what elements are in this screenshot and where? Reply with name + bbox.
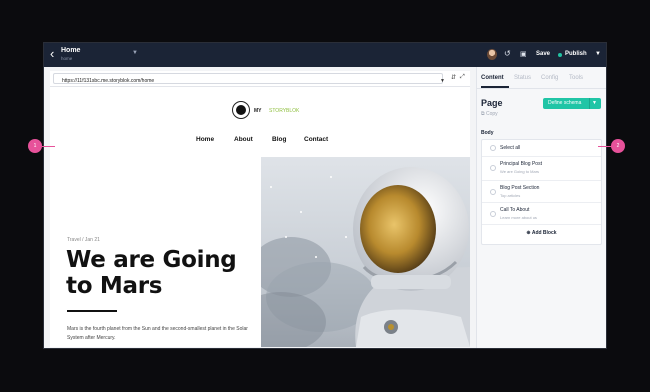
top-bar: ‹ Home home ▼ ↺ ▣ Save Publish ▼ [44, 43, 606, 67]
nav-blog[interactable]: Blog [272, 136, 286, 143]
avatar[interactable] [487, 49, 497, 60]
marker-line-2 [598, 146, 612, 147]
publish-button[interactable]: Publish [565, 51, 587, 57]
item-subtitle: Top articles [500, 193, 521, 198]
app-window: ‹ Home home ▼ ↺ ▣ Save Publish ▼ https:/… [43, 42, 607, 349]
expand-icon[interactable]: ⤢ [460, 74, 465, 81]
nav-contact[interactable]: Contact [304, 136, 328, 143]
url-field[interactable]: https://11f131sbc.me.storyblok.com/home … [53, 73, 445, 84]
item-label: Call To About [500, 207, 530, 213]
logo-text-storyblok: STORYBLOK [269, 108, 300, 114]
copy-label: Copy [485, 111, 498, 117]
add-block-button[interactable]: ⊕ Add Block [482, 230, 601, 236]
url-chevron-icon[interactable]: ▼ [440, 78, 445, 84]
callout-marker-1: 1 [28, 139, 42, 153]
visual-preview: https://11f131sbc.me.storyblok.com/home … [50, 71, 470, 347]
marker-line-1 [42, 146, 55, 147]
post-meta: Travel / Jan 21 [67, 237, 100, 243]
tab-divider [477, 88, 606, 89]
hero-astronaut-image [261, 157, 470, 347]
checkbox[interactable] [490, 211, 496, 217]
post-headline: We are Going to Mars [66, 247, 237, 299]
tab-status[interactable]: Status [514, 75, 531, 81]
add-block-label: Add Block [531, 230, 557, 236]
item-label: Principal Blog Post [500, 161, 542, 167]
list-item[interactable]: Blog Post Section Top articles [482, 181, 601, 203]
headline-divider [67, 310, 117, 312]
item-label: Blog Post Section [500, 185, 540, 191]
list-item[interactable]: Call To About Learn more about us [482, 203, 601, 225]
list-item[interactable]: Principal Blog Post We are Going to Mars [482, 157, 601, 181]
define-schema-label: Define schema [548, 100, 582, 106]
body-block-list: Select all Principal Blog Post We are Go… [481, 139, 602, 245]
arrow-left-icon[interactable]: ‹ [50, 47, 54, 61]
checkbox[interactable] [490, 189, 496, 195]
logo-text-my: MY [254, 108, 262, 114]
chevron-down-icon[interactable]: ▼ [592, 98, 597, 109]
publish-chevron-icon[interactable]: ▼ [595, 51, 601, 57]
refresh-icon[interactable]: ⇵ [451, 74, 456, 81]
story-title: Home [61, 47, 81, 54]
tab-tools[interactable]: Tools [569, 75, 583, 81]
callout-marker-2: 2 [611, 139, 625, 153]
item-subtitle: Learn more about us [500, 215, 537, 220]
tab-config[interactable]: Config [541, 75, 558, 81]
logo-icon [236, 105, 246, 115]
story-slug: home [61, 56, 73, 61]
define-schema-button[interactable]: Define schema ▼ [543, 98, 601, 109]
body-field-label: Body [481, 130, 494, 136]
copy-link[interactable]: ⧉ Copy [481, 111, 498, 117]
preview-url-bar: https://11f131sbc.me.storyblok.com/home … [50, 71, 470, 87]
nav-about[interactable]: About [234, 136, 253, 143]
post-intro: Mars is the fourth planet from the Sun a… [67, 326, 248, 341]
publish-status-dot [558, 53, 562, 57]
checkbox[interactable] [490, 145, 496, 151]
comments-icon[interactable]: ▣ [520, 50, 527, 58]
list-item-select-all[interactable]: Select all [482, 140, 601, 157]
editor-panel: Content Status Config Tools Page ⧉ Copy … [476, 67, 606, 348]
component-title: Page [481, 98, 503, 108]
tab-content[interactable]: Content [481, 75, 504, 81]
save-button[interactable]: Save [536, 51, 550, 57]
item-subtitle: We are Going to Mars [500, 169, 540, 174]
button-separator [589, 98, 590, 109]
url-text: https://11f131sbc.me.storyblok.com/home [62, 78, 155, 84]
checkbox[interactable] [490, 165, 496, 171]
nav-home[interactable]: Home [196, 136, 214, 143]
history-icon[interactable]: ↺ [504, 49, 511, 58]
chevron-down-icon[interactable]: ▼ [132, 50, 138, 56]
item-label: Select all [500, 145, 521, 151]
